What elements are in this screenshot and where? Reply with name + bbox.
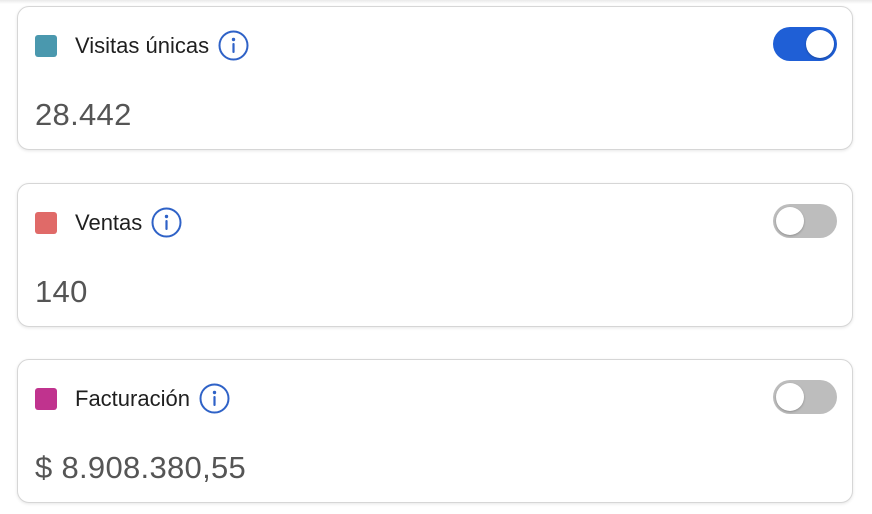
previous-content-edge (0, 0, 872, 4)
metric-value: 140 (35, 274, 88, 309)
series-color-swatch (35, 35, 57, 57)
metric-card-ventas: Ventas 140 (17, 183, 853, 327)
toggle-knob (776, 207, 804, 235)
metric-value: 28.442 (35, 97, 132, 132)
metrics-panel: Visitas únicas 28.442 Ventas 140 Factura… (0, 0, 872, 514)
toggle-knob (806, 30, 834, 58)
metric-title: Visitas únicas (75, 30, 249, 61)
series-color-swatch (35, 388, 57, 410)
info-icon[interactable] (151, 207, 182, 238)
metric-label: Ventas (75, 209, 143, 235)
metric-label: Facturación (75, 385, 190, 411)
series-color-swatch (35, 212, 57, 234)
metric-value: $ 8.908.380,55 (35, 450, 247, 485)
visibility-toggle[interactable] (773, 27, 837, 61)
metric-title: Facturación (75, 383, 230, 414)
info-icon[interactable] (218, 30, 249, 61)
metric-title: Ventas (75, 207, 182, 238)
info-icon[interactable] (199, 383, 230, 414)
visibility-toggle[interactable] (773, 204, 837, 238)
toggle-knob (776, 383, 804, 411)
metric-card-visitas-unicas: Visitas únicas 28.442 (17, 6, 853, 150)
metric-label: Visitas únicas (75, 32, 210, 58)
visibility-toggle[interactable] (773, 380, 837, 414)
metric-card-facturacion: Facturación $ 8.908.380,55 (17, 359, 853, 503)
